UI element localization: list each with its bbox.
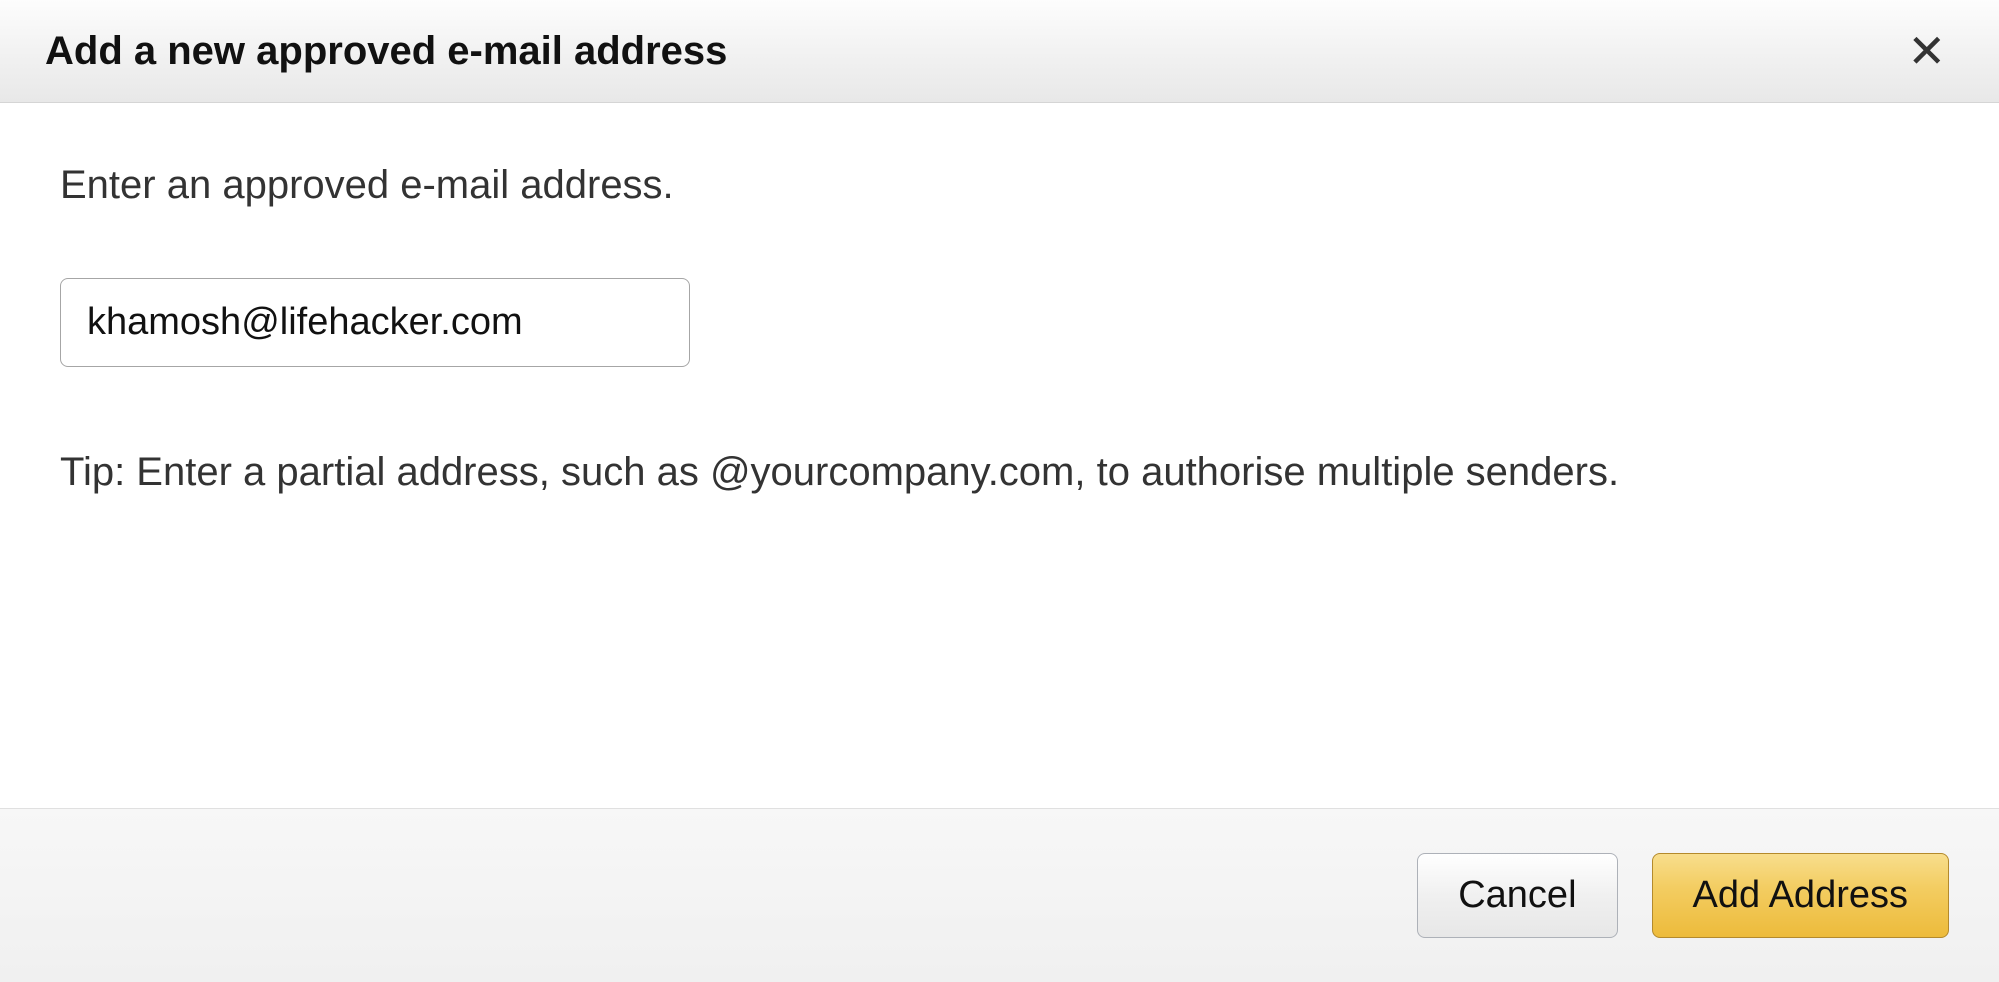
- close-icon[interactable]: ✕: [1899, 28, 1954, 74]
- cancel-button[interactable]: Cancel: [1417, 853, 1617, 938]
- email-input[interactable]: [60, 278, 690, 367]
- dialog-title: Add a new approved e-mail address: [45, 29, 727, 74]
- add-approved-email-dialog: Add a new approved e-mail address ✕ Ente…: [0, 0, 1999, 982]
- dialog-body: Enter an approved e-mail address. Tip: E…: [0, 103, 1999, 808]
- add-address-button[interactable]: Add Address: [1652, 853, 1949, 938]
- prompt-text: Enter an approved e-mail address.: [60, 163, 1939, 208]
- dialog-header: Add a new approved e-mail address ✕: [0, 0, 1999, 103]
- dialog-footer: Cancel Add Address: [0, 808, 1999, 982]
- tip-text: Tip: Enter a partial address, such as @y…: [60, 445, 1939, 499]
